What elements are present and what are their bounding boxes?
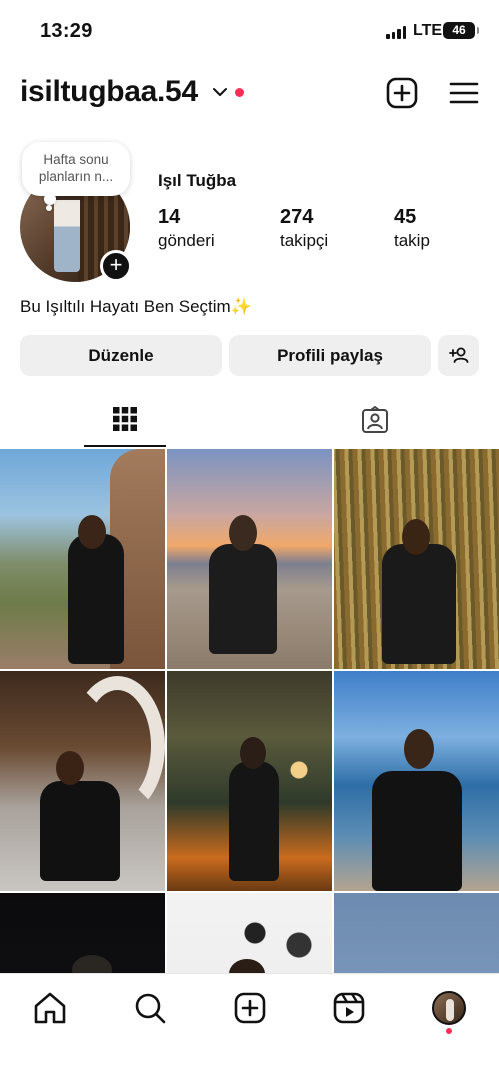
battery-icon: 46: [443, 22, 479, 39]
following-label: takip: [394, 231, 430, 250]
note-bubble-dot: [46, 205, 52, 211]
edit-profile-button[interactable]: Düzenle: [20, 335, 222, 376]
status-bar: 13:29 LTE 46: [0, 0, 499, 62]
followers-count: 274: [280, 206, 314, 228]
status-time: 13:29: [40, 20, 93, 42]
grid-icon: [113, 407, 137, 431]
bio: Bu Işıltılı Hayatı Ben Seçtim✨: [20, 297, 252, 316]
reels-icon[interactable]: [329, 988, 369, 1028]
posts-grid: [0, 449, 499, 973]
chevron-down-icon[interactable]: [212, 86, 228, 98]
post-thumbnail[interactable]: [167, 449, 332, 669]
add-person-icon: [448, 347, 468, 363]
stat-posts[interactable]: 14 gönderi: [158, 206, 215, 251]
post-thumbnail[interactable]: [334, 449, 499, 669]
home-icon[interactable]: [30, 988, 70, 1028]
profile-header: isiltugbaa.54: [0, 70, 499, 120]
post-thumbnail[interactable]: [0, 893, 165, 973]
signal-icon: [386, 26, 406, 39]
posts-label: gönderi: [158, 231, 215, 250]
create-plus-icon[interactable]: [385, 76, 419, 110]
create-icon[interactable]: [230, 988, 270, 1028]
tagged-person-icon: [362, 406, 388, 433]
profile-tabs: [0, 395, 499, 449]
post-thumbnail[interactable]: [0, 671, 165, 891]
full-name: Işıl Tuğba: [158, 171, 237, 190]
discover-people-button[interactable]: [438, 335, 479, 376]
search-icon[interactable]: [130, 988, 170, 1028]
stat-following[interactable]: 45 takip: [394, 206, 430, 251]
post-thumbnail[interactable]: [0, 449, 165, 669]
post-thumbnail[interactable]: [167, 893, 332, 973]
menu-icon[interactable]: [447, 76, 481, 110]
note-bubble[interactable]: Hafta sonu planların n...: [22, 142, 130, 205]
posts-count: 14: [158, 206, 181, 228]
notification-dot: [235, 88, 244, 97]
add-story-plus-icon[interactable]: +: [100, 250, 132, 282]
network-type: LTE: [413, 22, 443, 39]
post-thumbnail[interactable]: [334, 893, 499, 973]
bottom-navigation: [0, 973, 499, 1080]
post-thumbnail[interactable]: [334, 671, 499, 891]
profile-notification-dot: [446, 1028, 452, 1034]
post-thumbnail[interactable]: [167, 671, 332, 891]
tab-posts-grid[interactable]: [84, 395, 166, 447]
profile-tab-avatar[interactable]: [429, 988, 469, 1028]
tab-tagged[interactable]: [333, 395, 415, 447]
followers-label: takipçi: [280, 231, 329, 250]
stat-followers[interactable]: 274 takipçi: [280, 206, 328, 251]
share-profile-button[interactable]: Profili paylaş: [229, 335, 431, 376]
following-count: 45: [394, 206, 417, 228]
username[interactable]: isiltugbaa.54: [20, 75, 198, 109]
